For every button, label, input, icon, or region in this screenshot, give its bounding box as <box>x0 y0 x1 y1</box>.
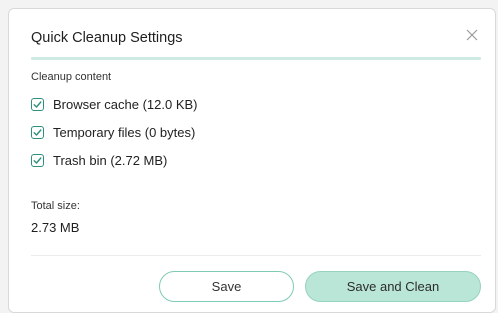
close-icon[interactable] <box>465 28 479 42</box>
title-divider <box>31 57 481 60</box>
temporary-files-label: Temporary files (0 bytes) <box>53 124 196 140</box>
footer-divider <box>31 255 481 256</box>
browser-cache-checkbox[interactable] <box>31 97 44 111</box>
browser-cache-label: Browser cache (12.0 KB) <box>53 96 198 112</box>
dialog-title: Quick Cleanup Settings <box>31 30 183 46</box>
option-trash-bin[interactable]: Trash bin (2.72 MB) <box>31 150 167 170</box>
option-temporary-files[interactable]: Temporary files (0 bytes) <box>31 122 195 142</box>
save-button[interactable]: Save <box>159 271 294 302</box>
cleanup-content-label: Cleanup content <box>31 71 112 83</box>
trash-bin-checkbox[interactable] <box>31 153 44 167</box>
save-and-clean-button[interactable]: Save and Clean <box>305 271 481 302</box>
total-size-value: 2.73 MB <box>31 220 80 235</box>
total-size-label: Total size: <box>31 200 80 212</box>
temporary-files-checkbox[interactable] <box>31 125 44 139</box>
checkmark-icon <box>33 100 42 108</box>
trash-bin-label: Trash bin (2.72 MB) <box>53 152 168 168</box>
dialog-header: Quick Cleanup Settings <box>31 27 481 53</box>
checkmark-icon <box>33 128 42 136</box>
quick-cleanup-dialog: Quick Cleanup Settings Cleanup content B… <box>8 8 496 313</box>
checkmark-icon <box>33 156 42 164</box>
option-browser-cache[interactable]: Browser cache (12.0 KB) <box>31 94 198 114</box>
